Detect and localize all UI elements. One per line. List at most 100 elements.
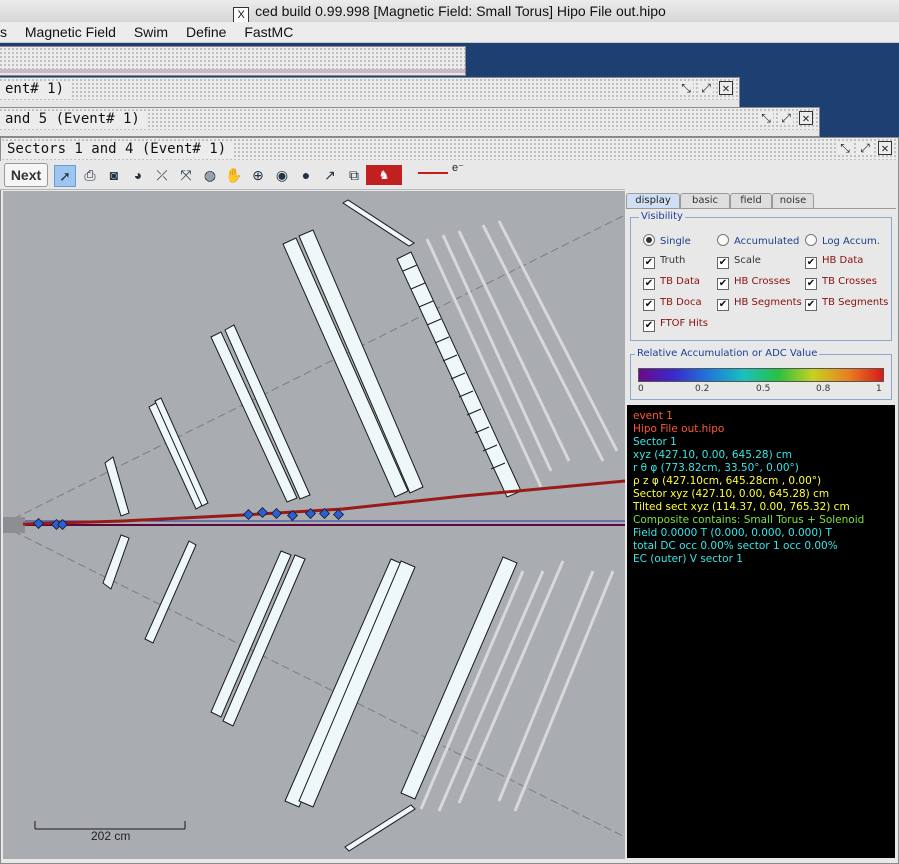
target-marker [3, 517, 25, 533]
pan-hand-icon[interactable]: ✋ [224, 165, 244, 185]
menu-bar: s Magnetic Field Swim Define FastMC [0, 22, 899, 43]
line-tool-icon[interactable]: ↗ [320, 165, 340, 185]
menu-magnetic-field[interactable]: Magnetic Field [25, 24, 116, 40]
color-gradient-bar [638, 368, 884, 382]
internal-frame-back2[interactable]: ent# 1) ⤡ ⤢ ✕ [0, 77, 740, 109]
camera-icon[interactable]: ◙ [104, 165, 124, 185]
sector-view-canvas[interactable]: 202 cm [3, 191, 625, 859]
x11-icon: X [233, 7, 250, 23]
lower-sector-detectors [102, 534, 518, 852]
feedback-line: Composite contains: Small Torus + Soleno… [633, 514, 865, 526]
maximize-icon[interactable]: ⤢ [858, 141, 872, 155]
minimize-icon[interactable]: ⤡ [759, 111, 773, 125]
feedback-line: Tilted sect xyz (114.37, 0.00, 765.32) c… [633, 501, 850, 513]
next-event-button[interactable]: Next [4, 163, 48, 187]
checkbox-truth[interactable]: ✔ Truth [643, 255, 685, 269]
detector-svg [3, 199, 625, 852]
ftof-panel-upper-1a [148, 402, 204, 510]
ctof-panel-upper-2b [224, 324, 311, 500]
feedback-pane: event 1 Hipo File out.hipo Sector 1 xyz … [627, 405, 895, 858]
tab-noise[interactable]: noise [772, 193, 814, 208]
gradient-tick-1: 1 [876, 384, 882, 394]
internal-frame-back1[interactable]: and 5 (Event# 1) ⤡ ⤢ ✕ [0, 107, 820, 137]
electron-legend-label: e⁻ [452, 162, 464, 174]
frame-title: ent# 1) [0, 81, 73, 97]
ctof-panel-lower-2a [210, 550, 292, 718]
close-icon[interactable]: ✕ [878, 141, 892, 155]
world-icon[interactable]: ◍ [200, 165, 220, 185]
tab-basic[interactable]: basic [680, 193, 730, 208]
ftof-panel-lower-1 [144, 540, 197, 644]
visibility-group-label: Visibility [639, 211, 685, 222]
checkbox-tb-crosses[interactable]: ✔ TB Crosses [805, 276, 877, 290]
feedback-line: ρ z φ (427.10cm, 645.28cm , 0.00°) [633, 475, 822, 487]
ctof-panel-lower-2b [222, 554, 306, 727]
feedback-line: r θ φ (773.82cm, 33.50°, 0.00°) [633, 462, 799, 474]
radio-log-accum[interactable]: Log Accum. [805, 234, 880, 248]
checkbox-hb-data[interactable]: ✔ HB Data [805, 255, 863, 269]
frame-title: and 5 (Event# 1) [0, 111, 148, 127]
dc-region-lower-b [298, 560, 416, 808]
maximize-icon[interactable]: ⤢ [779, 111, 793, 125]
gradient-tick-0: 0 [638, 384, 644, 394]
gradient-tick-05: 0.5 [756, 384, 771, 394]
document-icon[interactable]: ⧉ [344, 165, 364, 185]
feedback-line: event 1 [633, 410, 673, 422]
checkbox-hb-crosses[interactable]: ✔ HB Crosses [717, 276, 790, 290]
refresh-view-icon[interactable]: ◕ [128, 165, 148, 185]
window-title-bar: Xced build 0.99.998 [Magnetic Field: Sma… [0, 0, 899, 23]
gradient-tick-08: 0.8 [816, 384, 831, 394]
feedback-line: Sector 1 [633, 436, 677, 448]
checkbox-tb-segments[interactable]: ✔ TB Segments [805, 297, 888, 311]
upper-sector-detectors [104, 199, 522, 517]
scale-bar-label: 202 cm [91, 829, 131, 843]
menu-fastmc[interactable]: FastMC [244, 24, 293, 40]
radio-button[interactable] [805, 234, 817, 246]
tab-display[interactable]: display [626, 193, 680, 208]
checkbox-scale[interactable]: ✔ Scale [717, 255, 761, 269]
frame-title-bar[interactable]: Sectors 1 and 4 (Event# 1) ⤡ ⤢ ✕ [1, 138, 898, 160]
radio-button[interactable] [643, 234, 655, 246]
close-icon[interactable]: ✕ [719, 81, 733, 95]
magnify-icon[interactable]: ⊕ [248, 165, 268, 185]
pointer-tool-icon[interactable]: ➚ [54, 165, 76, 187]
checkbox-ftof-hits[interactable]: ✔ FTOF Hits [643, 318, 708, 332]
checkbox-tb-data[interactable]: ✔ TB Data [643, 276, 700, 290]
internal-frame-back3[interactable] [0, 46, 466, 76]
feedback-line: Sector xyz (427.10, 0.00, 645.28) cm [633, 488, 830, 500]
radio-single[interactable]: Single [643, 234, 691, 248]
radio-accumulated[interactable]: Accumulated [717, 234, 799, 248]
feedback-line: EC (outer) V sector 1 [633, 553, 743, 565]
feedback-line: total DC occ 0.00% sector 1 occ 0.00% [633, 540, 838, 552]
minimize-icon[interactable]: ⤡ [679, 81, 693, 95]
tab-field[interactable]: field [730, 193, 772, 208]
zoom-globe-icon[interactable]: ◉ [272, 165, 292, 185]
menu-swim[interactable]: Swim [134, 24, 168, 40]
menu-item-partial[interactable]: s [0, 24, 7, 40]
feedback-line: xyz (427.10, 0.00, 645.28) cm [633, 449, 793, 461]
minimize-icon[interactable]: ⤡ [838, 141, 852, 155]
ftof-panel-upper-1b [154, 397, 209, 507]
center-globe-icon[interactable]: ● [296, 165, 316, 185]
region1-upper-chamber [104, 456, 130, 517]
menu-define[interactable]: Define [186, 24, 226, 40]
visibility-group: Visibility Single Accumulated Log Accum.… [630, 211, 892, 341]
expand-icon[interactable]: ⤧ [176, 165, 196, 185]
maximize-icon[interactable]: ⤢ [699, 81, 713, 95]
outer-strip-upper [342, 199, 415, 247]
gradient-tick-02: 0.2 [695, 384, 710, 394]
frame-title: Sectors 1 and 4 (Event# 1) [1, 141, 235, 157]
frame-title-bar[interactable]: ent# 1) ⤡ ⤢ ✕ [0, 78, 739, 100]
checkbox-tb-doca[interactable]: ✔ TB Doca [643, 297, 702, 311]
cow-logo-icon[interactable]: ♞ [366, 165, 402, 185]
print-icon[interactable]: ⎙ [80, 165, 100, 185]
calorimeter-upper [396, 251, 522, 498]
electron-legend-line [418, 172, 448, 174]
shrink-icon[interactable]: ⤫ [152, 165, 172, 185]
ctof-panel-upper-2a [210, 331, 298, 503]
checkbox-hb-segments[interactable]: ✔ HB Segments [717, 297, 802, 311]
dc-region-upper-a [282, 237, 409, 498]
close-icon[interactable]: ✕ [799, 111, 813, 125]
frame-title-bar[interactable]: and 5 (Event# 1) ⤡ ⤢ ✕ [0, 108, 819, 130]
radio-button[interactable] [717, 234, 729, 246]
